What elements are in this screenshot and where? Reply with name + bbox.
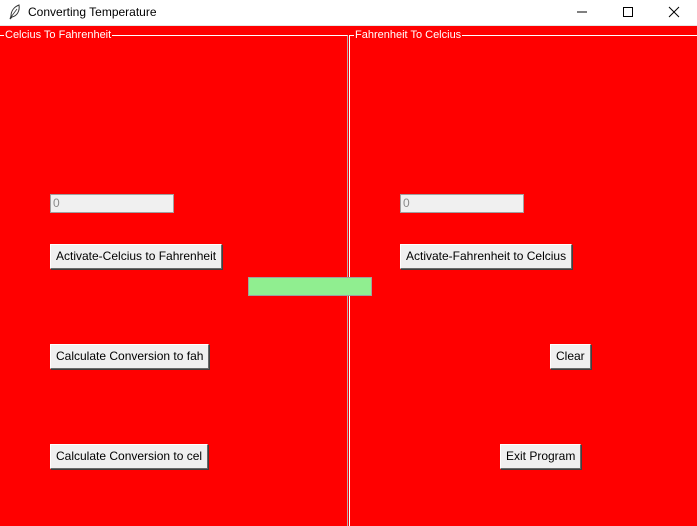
title-bar: Converting Temperature <box>0 0 697 26</box>
frame-label-left: Celcius To Fahrenheit <box>4 28 113 42</box>
exit-button[interactable]: Exit Program <box>500 444 582 469</box>
minimize-button[interactable] <box>559 0 605 25</box>
celcius-input[interactable]: 0 <box>50 194 174 213</box>
clear-button[interactable]: Clear <box>550 344 591 369</box>
close-button[interactable] <box>651 0 697 25</box>
window-title: Converting Temperature <box>28 5 157 19</box>
fahrenheit-input[interactable]: 0 <box>400 194 524 213</box>
main-content: Celcius To Fahrenheit Fahrenheit To Celc… <box>0 26 697 526</box>
maximize-button[interactable] <box>605 0 651 25</box>
activate-fahrenheit-button[interactable]: Activate-Fahrenheit to Celcius <box>400 244 573 269</box>
calculate-cel-button[interactable]: Calculate Conversion to cel <box>50 444 209 469</box>
calculate-fah-button[interactable]: Calculate Conversion to fah <box>50 344 210 369</box>
activate-celcius-button[interactable]: Activate-Celcius to Fahrenheit <box>50 244 223 269</box>
close-icon <box>668 6 680 18</box>
minimize-icon <box>577 11 587 13</box>
maximize-icon <box>623 7 633 17</box>
feather-icon <box>8 4 22 20</box>
result-field[interactable] <box>248 277 372 296</box>
frame-label-right: Fahrenheit To Celcius <box>354 28 463 42</box>
